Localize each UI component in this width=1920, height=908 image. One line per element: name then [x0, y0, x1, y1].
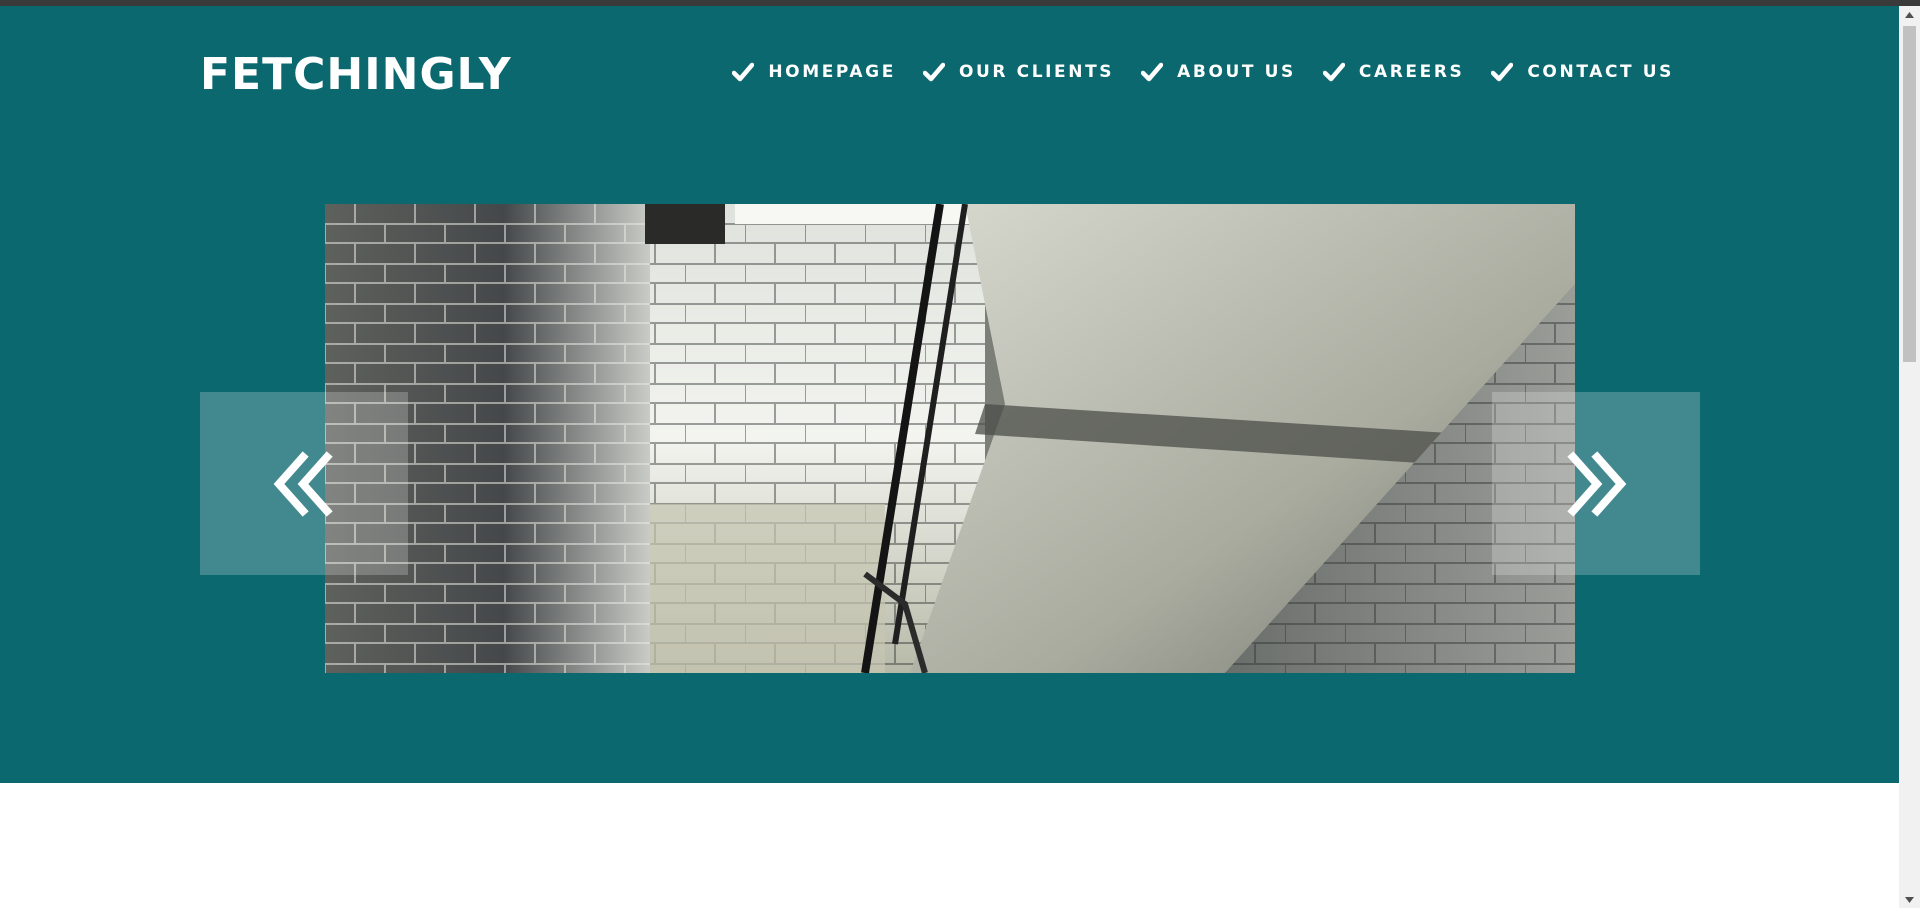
nav-item-label: CAREERS	[1358, 62, 1465, 82]
check-icon	[1322, 62, 1345, 82]
nav-item-our-clients[interactable]: OUR CLIENTS	[922, 62, 1115, 82]
main-nav: HOMEPAGE OUR CLIENTS ABOUT US CAREERS CO…	[732, 62, 1674, 82]
stairwell-photo	[325, 204, 1575, 673]
nav-item-homepage[interactable]: HOMEPAGE	[732, 62, 896, 82]
check-icon	[922, 62, 945, 82]
scroll-thumb[interactable]	[1903, 26, 1916, 362]
double-chevron-left-icon	[273, 450, 333, 517]
scroll-down-arrow-icon	[1905, 896, 1914, 903]
page-scrollbar[interactable]	[1899, 6, 1920, 908]
scroll-up-button[interactable]	[1899, 6, 1920, 23]
content-area	[0, 783, 1899, 908]
check-icon	[1141, 62, 1164, 82]
scroll-down-button[interactable]	[1899, 891, 1920, 908]
nav-item-label: ABOUT US	[1177, 62, 1296, 82]
slider-prev-button[interactable]	[200, 392, 408, 575]
nav-item-careers[interactable]: CAREERS	[1322, 62, 1465, 82]
nav-item-label: HOMEPAGE	[768, 62, 896, 82]
nav-item-about-us[interactable]: ABOUT US	[1141, 62, 1296, 82]
nav-item-label: CONTACT US	[1527, 62, 1674, 82]
scroll-up-arrow-icon	[1905, 11, 1914, 18]
slider-image	[325, 204, 1575, 673]
nav-item-contact-us[interactable]: CONTACT US	[1491, 62, 1674, 82]
check-icon	[732, 62, 755, 82]
slider-next-button[interactable]	[1492, 392, 1700, 575]
site-logo[interactable]: FETCHINGLY	[200, 48, 512, 102]
nav-item-label: OUR CLIENTS	[958, 62, 1115, 82]
check-icon	[1491, 62, 1514, 82]
double-chevron-right-icon	[1567, 450, 1627, 517]
